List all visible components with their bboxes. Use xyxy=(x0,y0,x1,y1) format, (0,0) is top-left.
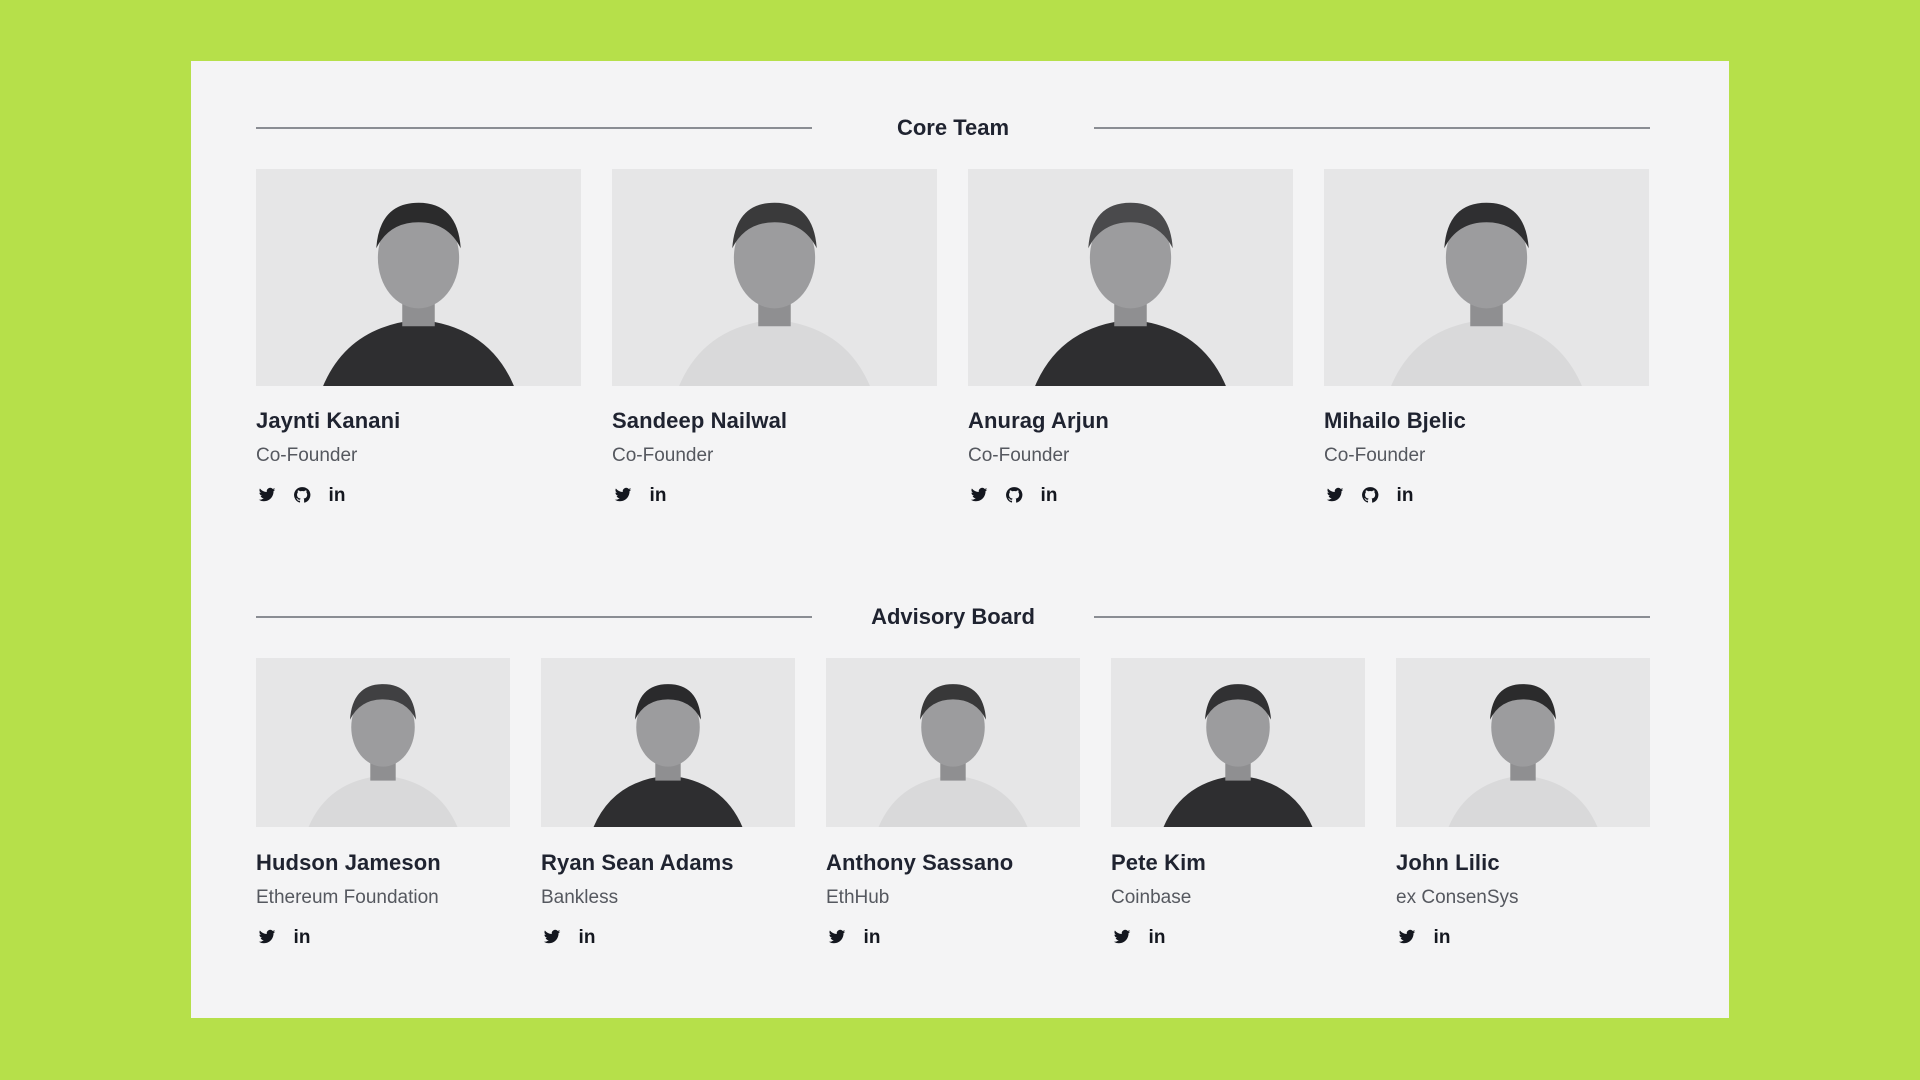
member-social-links: in xyxy=(1111,926,1365,948)
member-photo xyxy=(612,169,937,386)
member-name: John Lilic xyxy=(1396,850,1500,875)
member-social-links: in xyxy=(1396,926,1650,948)
twitter-icon[interactable] xyxy=(612,484,634,506)
member-role: Coinbase xyxy=(1111,887,1192,908)
team-member-card: John Lilic ex ConsenSys in xyxy=(1396,658,1650,948)
github-icon[interactable] xyxy=(1359,484,1381,506)
member-name: Jaynti Kanani xyxy=(256,408,401,433)
member-photo xyxy=(1396,658,1650,827)
member-social-links: in xyxy=(541,926,795,948)
divider-left xyxy=(256,127,812,129)
linkedin-icon[interactable]: in xyxy=(1431,926,1453,948)
linkedin-glyph: in xyxy=(1433,926,1451,948)
linkedin-icon[interactable]: in xyxy=(291,926,313,948)
member-photo xyxy=(256,658,510,827)
member-name: Pete Kim xyxy=(1111,850,1206,875)
twitter-icon[interactable] xyxy=(1111,926,1133,948)
linkedin-glyph: in xyxy=(1148,926,1166,948)
member-social-links: in xyxy=(256,926,510,948)
member-social-links: in xyxy=(1324,484,1649,506)
member-photo xyxy=(256,169,581,386)
advisory-board-title: Advisory Board xyxy=(871,604,1035,629)
member-social-links: in xyxy=(612,484,937,506)
member-name: Hudson Jameson xyxy=(256,850,441,875)
team-member-card: Ryan Sean Adams Bankless in xyxy=(541,658,795,948)
team-member-card: Pete Kim Coinbase in xyxy=(1111,658,1365,948)
linkedin-glyph: in xyxy=(328,484,346,506)
member-role: Ethereum Foundation xyxy=(256,887,439,908)
twitter-icon[interactable] xyxy=(1396,926,1418,948)
member-photo xyxy=(541,658,795,827)
linkedin-glyph: in xyxy=(649,484,667,506)
member-photo xyxy=(1111,658,1365,827)
member-social-links: in xyxy=(968,484,1293,506)
member-name: Anurag Arjun xyxy=(968,408,1109,433)
member-photo xyxy=(968,169,1293,386)
team-member-card: Anthony Sassano EthHub in xyxy=(826,658,1080,948)
team-member-card: Anurag Arjun Co-Founder in xyxy=(968,169,1293,506)
twitter-icon[interactable] xyxy=(968,484,990,506)
member-role: Co-Founder xyxy=(1324,445,1426,466)
member-role: Co-Founder xyxy=(612,445,714,466)
advisory-board-header: Advisory Board xyxy=(256,597,1650,637)
linkedin-icon[interactable]: in xyxy=(326,484,348,506)
team-member-card: Hudson Jameson Ethereum Foundation in xyxy=(256,658,510,948)
team-card: Core Team Jaynti Kanani Co-Founder in Sand… xyxy=(191,61,1729,1018)
twitter-icon[interactable] xyxy=(826,926,848,948)
linkedin-icon[interactable]: in xyxy=(1394,484,1416,506)
member-social-links: in xyxy=(826,926,1080,948)
core-team-header: Core Team xyxy=(256,108,1650,148)
divider-right xyxy=(1094,127,1650,129)
member-name: Sandeep Nailwal xyxy=(612,408,788,433)
member-role: Co-Founder xyxy=(968,445,1070,466)
team-member-card: Jaynti Kanani Co-Founder in xyxy=(256,169,581,506)
member-role: Co-Founder xyxy=(256,445,358,466)
member-photo xyxy=(1324,169,1649,386)
github-icon[interactable] xyxy=(1003,484,1025,506)
twitter-icon[interactable] xyxy=(541,926,563,948)
linkedin-glyph: in xyxy=(1396,484,1414,506)
member-name: Anthony Sassano xyxy=(826,850,1014,875)
linkedin-glyph: in xyxy=(578,926,596,948)
twitter-icon[interactable] xyxy=(256,484,278,506)
member-name: Mihailo Bjelic xyxy=(1324,408,1466,433)
divider-left xyxy=(256,616,812,618)
linkedin-icon[interactable]: in xyxy=(1038,484,1060,506)
github-icon[interactable] xyxy=(291,484,313,506)
member-name: Ryan Sean Adams xyxy=(541,850,734,875)
member-role: Bankless xyxy=(541,887,619,908)
divider-right xyxy=(1094,616,1650,618)
linkedin-glyph: in xyxy=(1040,484,1058,506)
team-member-card: Sandeep Nailwal Co-Founder in xyxy=(612,169,937,506)
linkedin-glyph: in xyxy=(293,926,311,948)
linkedin-icon[interactable]: in xyxy=(861,926,883,948)
member-photo xyxy=(826,658,1080,827)
member-social-links: in xyxy=(256,484,581,506)
twitter-icon[interactable] xyxy=(1324,484,1346,506)
member-role: ex ConsenSys xyxy=(1396,887,1519,908)
linkedin-icon[interactable]: in xyxy=(1146,926,1168,948)
linkedin-glyph: in xyxy=(863,926,881,948)
core-team-title: Core Team xyxy=(896,115,1010,140)
twitter-icon[interactable] xyxy=(256,926,278,948)
team-member-card: Mihailo Bjelic Co-Founder in xyxy=(1324,169,1649,506)
linkedin-icon[interactable]: in xyxy=(647,484,669,506)
member-role: EthHub xyxy=(826,887,890,908)
linkedin-icon[interactable]: in xyxy=(576,926,598,948)
